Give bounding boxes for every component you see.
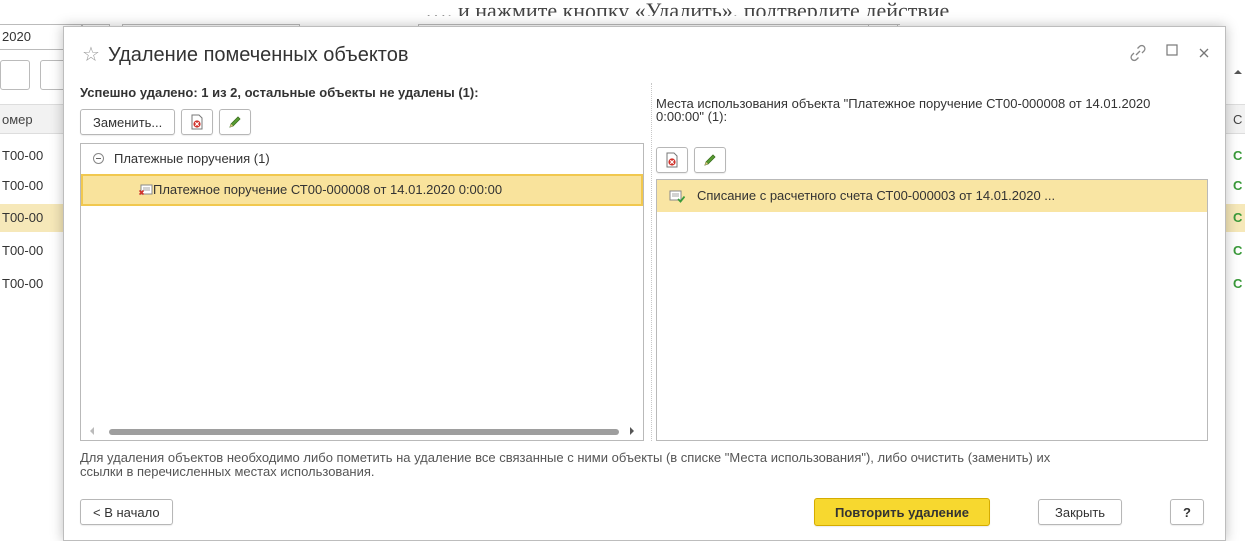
scroll-left-icon[interactable]	[90, 427, 94, 435]
toolbar-button[interactable]	[0, 60, 30, 90]
close-button[interactable]: Закрыть	[1038, 499, 1123, 525]
scroll-right-icon[interactable]	[630, 427, 634, 435]
replace-button[interactable]: Заменить...	[80, 109, 176, 135]
pencil-icon	[704, 154, 716, 166]
row-number: Т00-00	[2, 148, 44, 163]
row-number: Т00-00	[2, 210, 44, 225]
usage-edit-button[interactable]	[694, 147, 726, 173]
window-controls	[1129, 43, 1211, 62]
star-icon[interactable]: ☆	[82, 45, 100, 65]
row-number: Т00-00	[2, 178, 44, 193]
footer-hint: Для удаления объектов необходимо либо по…	[80, 450, 1051, 479]
edit-button[interactable]	[219, 109, 252, 135]
row-status: С	[1233, 148, 1243, 163]
row-number: Т00-00	[2, 243, 44, 258]
dialog-title: Удаление помеченных объектов	[107, 43, 409, 66]
deletion-status: Успешно удалено: 1 из 2, остальные объек…	[80, 85, 479, 100]
undeleted-objects-tree[interactable]: Платежные поручения (1) Платежное поруче…	[80, 143, 644, 441]
row-status: С	[1233, 276, 1243, 291]
tree-item-selected[interactable]: Платежное поручение СТ00-000008 от 14.01…	[81, 174, 643, 206]
back-to-start-button[interactable]: < В начало	[80, 499, 173, 525]
document-delete-icon	[666, 152, 678, 168]
delete-marked-objects-dialog: ☆ Удаление помеченных объектов Успешно у…	[63, 26, 1226, 541]
column-header-status[interactable]: С	[1233, 112, 1242, 127]
partial-text-strip: …, и нажмите кнопку «Удалить», подтверди…	[0, 0, 1245, 22]
horizontal-scrollbar[interactable]	[81, 422, 643, 440]
scrollbar-thumb[interactable]	[109, 429, 619, 435]
repeat-deletion-button[interactable]: Повторить удаление	[814, 498, 990, 526]
row-status: С	[1233, 243, 1243, 258]
dropdown-chevron-icon[interactable]	[1230, 60, 1245, 100]
link-icon[interactable]	[1129, 44, 1147, 62]
pencil-icon	[229, 116, 241, 128]
usage-places-title: Места использования объекта "Платежное п…	[656, 96, 1151, 124]
usage-item-label: Списание с расчетного счета СТ00-000003 …	[697, 188, 1056, 203]
document-posted-icon	[669, 190, 685, 203]
dialog-header: ☆ Удаление помеченных объектов	[82, 41, 408, 69]
row-status: С	[1233, 178, 1243, 193]
document-delete-icon	[191, 114, 203, 130]
usage-list-item[interactable]: Списание с расчетного счета СТ00-000003 …	[657, 180, 1207, 212]
partial-text: …, и нажмите кнопку «Удалить», подтверди…	[425, 0, 950, 16]
right-toolbar	[656, 147, 726, 173]
usage-delete-mark-button[interactable]	[656, 147, 688, 173]
panel-divider[interactable]	[651, 83, 652, 441]
help-button[interactable]: ?	[1170, 499, 1204, 525]
tree-item-label: Платежное поручение СТ00-000008 от 14.01…	[153, 182, 503, 197]
left-toolbar: Заменить...	[80, 109, 252, 135]
row-number: Т00-00	[2, 276, 44, 291]
tree-group-label: Платежные поручения (1)	[114, 151, 270, 166]
delete-mark-button[interactable]	[181, 109, 214, 135]
close-icon[interactable]	[1197, 46, 1211, 60]
document-marked-delete-icon	[139, 184, 153, 196]
column-header-number[interactable]: омер	[2, 112, 33, 127]
maximize-icon[interactable]	[1165, 43, 1179, 62]
collapse-icon[interactable]	[93, 153, 104, 164]
usage-places-list[interactable]: Списание с расчетного счета СТ00-000003 …	[656, 179, 1208, 441]
row-status: С	[1233, 210, 1243, 225]
tree-group-row[interactable]: Платежные поручения (1)	[81, 144, 643, 174]
